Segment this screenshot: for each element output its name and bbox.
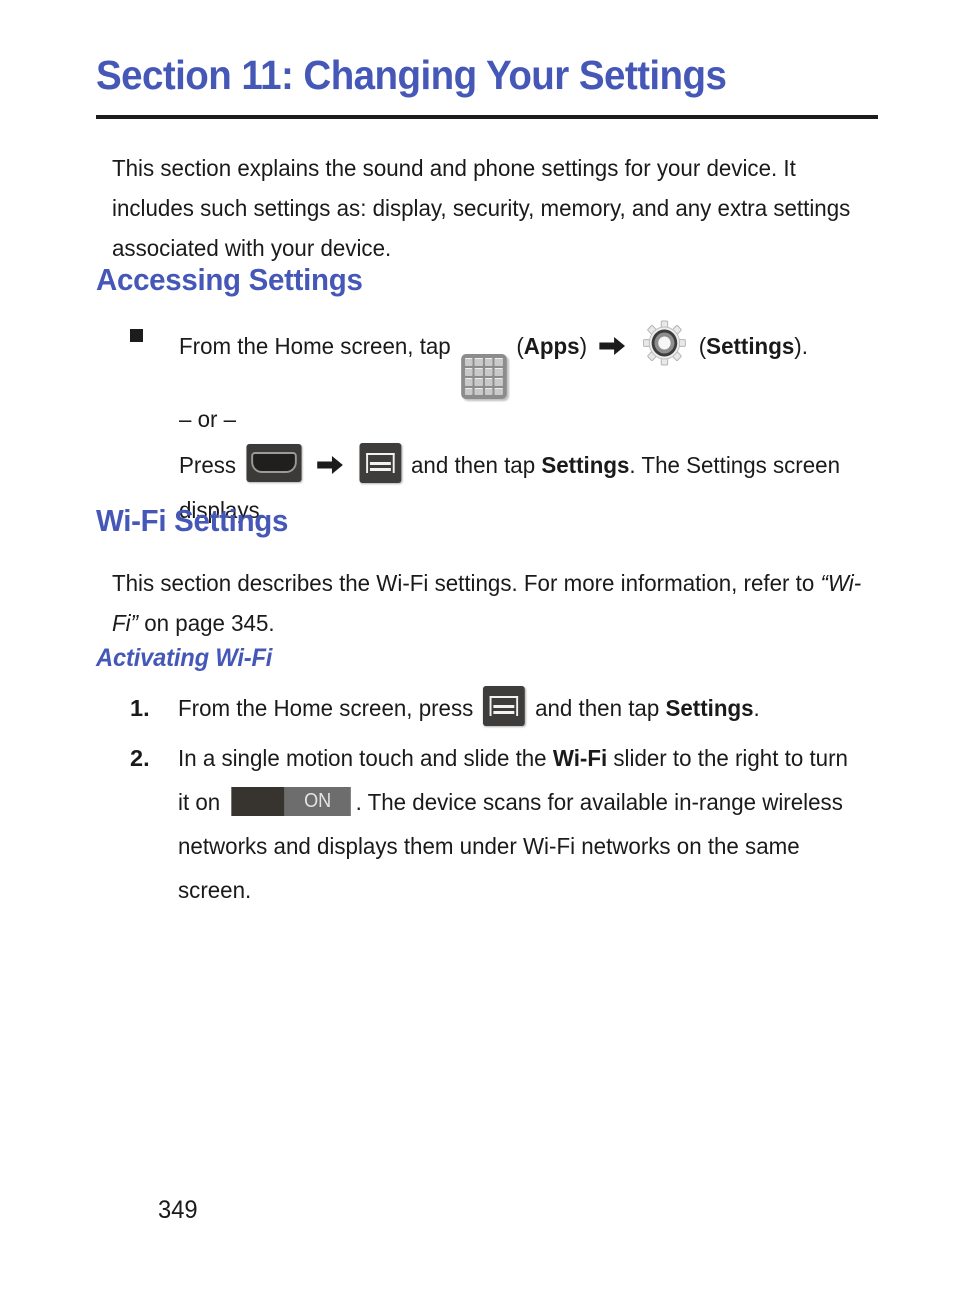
apps-icon[interactable] <box>460 354 507 400</box>
intro-paragraph: This section explains the sound and phon… <box>112 155 851 261</box>
apps-open-paren: ( <box>516 333 524 359</box>
apps-icon-grid <box>464 358 503 396</box>
menu-key-line-2 <box>369 468 391 471</box>
menu-key-line-1 <box>493 705 515 708</box>
heading-accessing-settings: Accessing Settings <box>96 262 363 297</box>
apps-close-paren: ) <box>579 333 588 359</box>
page-title: Section 11: Changing Your Settings <box>96 52 727 98</box>
bullet-line-apps: From the Home screen, tap (Apps) (Settin… <box>179 320 854 400</box>
wifi-paragraph: This section describes the Wi-Fi setting… <box>112 563 863 643</box>
settings-close-paren: ). <box>794 333 808 359</box>
gear-icon[interactable] <box>640 320 689 368</box>
menu-key-line-1 <box>369 462 391 465</box>
bullet-body: From the Home screen, tap (Apps) (Settin… <box>179 320 854 533</box>
right-arrow-icon-2 <box>316 454 345 476</box>
bullet-lead-text: From the Home screen, tap <box>179 333 451 359</box>
step1-bold-settings: Settings <box>665 695 754 721</box>
press-lead-text: Press <box>179 452 237 479</box>
step-number: 2. <box>130 745 150 771</box>
wifi-paragraph-part-1: This section describes the Wi-Fi setting… <box>112 570 815 596</box>
step-body: From the Home screen, press and then tap… <box>178 686 854 730</box>
step2-bold-wifi: Wi-Fi <box>552 745 608 771</box>
step1-text-2: and then tap <box>535 695 660 721</box>
step1-text-3: . <box>753 695 760 721</box>
right-arrow-icon <box>598 335 627 357</box>
press-settings-bold: Settings <box>541 452 630 479</box>
slider-track-off <box>231 787 285 816</box>
activating-wifi-steps: 1. From the Home screen, press and then … <box>130 686 890 918</box>
settings-open-paren: ( <box>698 333 707 359</box>
menu-key-line-2 <box>493 711 515 714</box>
accessing-settings-bullet-block: From the Home screen, tap (Apps) (Settin… <box>130 320 890 533</box>
menu-key-icon-step1[interactable] <box>483 686 526 726</box>
page-number: 349 <box>158 1196 198 1224</box>
wifi-paragraph-part-2: on page 345. <box>144 610 275 636</box>
list-item: 1. From the Home screen, press and then … <box>130 686 890 730</box>
home-key-icon[interactable] <box>246 444 302 483</box>
step-body: In a single motion touch and slide the W… <box>178 736 854 912</box>
step-number: 1. <box>130 695 150 721</box>
heading-wifi-settings: Wi-Fi Settings <box>96 503 289 538</box>
title-divider <box>96 115 878 119</box>
square-bullet-icon <box>130 329 143 342</box>
settings-label: Settings <box>706 333 795 359</box>
or-separator: – or – <box>179 406 237 433</box>
document-page: Section 11: Changing Your Settings This … <box>0 0 954 1295</box>
menu-key-icon[interactable] <box>359 443 401 484</box>
wifi-on-slider[interactable]: ON <box>231 787 351 816</box>
press-tail-text-1: and then tap <box>410 452 536 479</box>
step1-text-1: From the Home screen, press <box>178 695 474 721</box>
list-item: 2. In a single motion touch and slide th… <box>130 736 890 912</box>
apps-label: Apps <box>523 333 580 359</box>
slider-on-label: ON <box>304 790 332 812</box>
step2-text-1: In a single motion touch and slide the <box>178 745 547 771</box>
subheading-activating-wifi: Activating Wi-Fi <box>96 644 273 672</box>
